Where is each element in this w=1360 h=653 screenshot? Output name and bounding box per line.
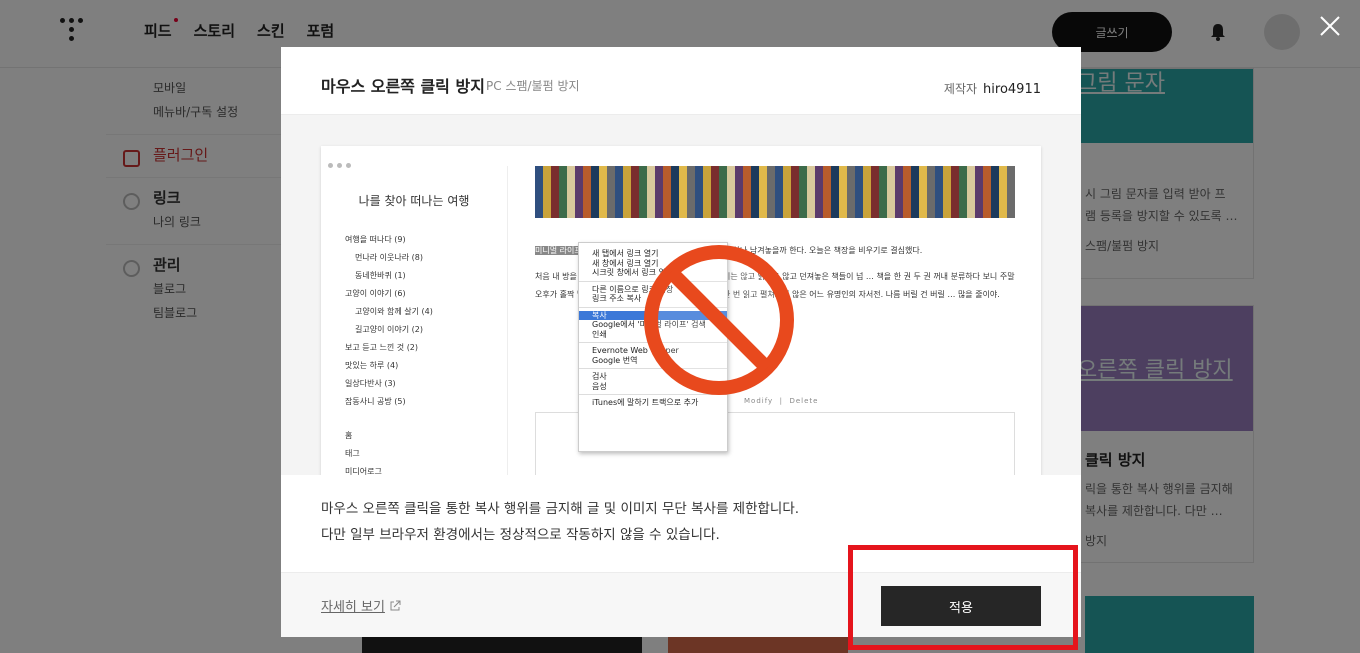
blog-category-item: 맛있는 하루 (4): [345, 361, 399, 370]
book-spine: [791, 166, 799, 218]
no-sign-icon: [644, 245, 794, 395]
book-spine: [807, 166, 815, 218]
blog-category-item: 고양이 이야기 (6): [345, 289, 406, 298]
book-spine: [615, 166, 623, 218]
book-spine: [583, 166, 591, 218]
book-spine: [919, 166, 927, 218]
book-spine: [687, 166, 695, 218]
blog-link-tag: 태그: [345, 449, 360, 458]
book-spine: [575, 166, 583, 218]
blog-link-medialog: 미디어로그: [345, 467, 382, 475]
book-spine: [559, 166, 567, 218]
book-spine: [823, 166, 831, 218]
books-image: [535, 166, 1015, 218]
modal-author: 제작자 hiro4911: [944, 80, 1041, 97]
book-spine: [1007, 166, 1015, 218]
book-spine: [959, 166, 967, 218]
book-spine: [967, 166, 975, 218]
book-spine: [863, 166, 871, 218]
book-spine: [815, 166, 823, 218]
book-spine: [991, 166, 999, 218]
modal-description: 마우스 오른쪽 클릭을 통한 복사 행위를 금지해 글 및 이미지 무단 복사를…: [321, 496, 799, 548]
blog-category-item: 잡동사니 공방 (5): [345, 397, 406, 406]
book-spine: [759, 166, 767, 218]
book-spine: [935, 166, 943, 218]
book-spine: [855, 166, 863, 218]
book-spine: [839, 166, 847, 218]
preview-area: 나를 찾아 떠나는 여행 여행을 떠나다 (9) 먼나라 이웃나라 (8) 동네한바…: [281, 115, 1081, 475]
book-spine: [607, 166, 615, 218]
book-spine: [671, 166, 679, 218]
book-spine: [951, 166, 959, 218]
delete-link: Delete: [789, 397, 819, 405]
book-spine: [711, 166, 719, 218]
modal-header: 마우스 오른쪽 클릭 방지 PC 스팸/불펌 방지 제작자 hiro4911: [281, 47, 1081, 115]
modal-subtitle: PC 스팸/불펌 방지: [486, 79, 580, 93]
book-spine: [903, 166, 911, 218]
book-spine: [623, 166, 631, 218]
context-menu-item: iTunes에 말하기 트랙으로 추가: [592, 398, 699, 407]
blog-category-item: 길고양이 이야기 (2): [355, 325, 423, 334]
book-spine: [655, 166, 663, 218]
highlight-box: [848, 545, 1078, 650]
book-spine: [543, 166, 551, 218]
blog-category-item: 일상다반사 (3): [345, 379, 396, 388]
book-spine: [847, 166, 855, 218]
book-spine: [679, 166, 687, 218]
more-link-label: 자세히 보기: [321, 600, 385, 615]
book-spine: [591, 166, 599, 218]
book-spine: [703, 166, 711, 218]
blog-category-item: 보고 듣고 느낀 것 (2): [345, 343, 419, 352]
book-spine: [647, 166, 655, 218]
blog-sidebar: 나를 찾아 떠나는 여행 여행을 떠나다 (9) 먼나라 이웃나라 (8) 동네한바…: [321, 166, 508, 475]
close-icon[interactable]: [1318, 14, 1342, 38]
book-spine: [871, 166, 879, 218]
blog-category-item: 여행을 떠나다 (9): [345, 235, 406, 244]
book-spine: [887, 166, 895, 218]
book-spine: [975, 166, 983, 218]
book-spine: [535, 166, 543, 218]
book-spine: [879, 166, 887, 218]
blog-categories: 여행을 떠나다 (9) 먼나라 이웃나라 (8) 동네한바퀴 (1) 고양이 이야기 …: [321, 231, 507, 411]
book-spine: [911, 166, 919, 218]
author-label: 제작자: [943, 82, 978, 96]
description-line: 마우스 오른쪽 클릭을 통한 복사 행위를 금지해 글 및 이미지 무단 복사를…: [321, 501, 800, 517]
book-spine: [831, 166, 839, 218]
blog-category-item: 먼나라 이웃나라 (8): [355, 253, 423, 262]
book-spine: [735, 166, 743, 218]
blog-category-item: 고양이와 함께 살기 (4): [355, 307, 433, 316]
book-spine: [783, 166, 791, 218]
book-spine: [895, 166, 903, 218]
book-spine: [719, 166, 727, 218]
book-spine: [767, 166, 775, 218]
book-spine: [695, 166, 703, 218]
book-spine: [799, 166, 807, 218]
modify-link: Modify: [744, 397, 774, 405]
book-spine: [663, 166, 671, 218]
book-spine: [727, 166, 735, 218]
book-spine: [927, 166, 935, 218]
book-spine: [775, 166, 783, 218]
modal-title: 마우스 오른쪽 클릭 방지: [321, 77, 485, 96]
blog-category-item: 동네한바퀴 (1): [355, 271, 406, 280]
book-spine: [639, 166, 647, 218]
preview-window: 나를 찾아 떠나는 여행 여행을 떠나다 (9) 먼나라 이웃나라 (8) 동네한바…: [321, 146, 1041, 475]
author-name: hiro4911: [983, 82, 1041, 97]
book-spine: [743, 166, 751, 218]
blog-link-home: 홈: [345, 431, 353, 440]
book-spine: [999, 166, 1007, 218]
blog-title: 나를 찾아 떠나는 여행: [358, 194, 470, 208]
book-spine: [599, 166, 607, 218]
external-link-icon: [390, 600, 401, 610]
book-spine: [631, 166, 639, 218]
window-controls: [321, 146, 1041, 168]
book-spine: [751, 166, 759, 218]
description-line: 다만 일부 브라우저 환경에서는 정상적으로 작동하지 않을 수 있습니다.: [321, 527, 720, 543]
highlighted-text: 미니멀 라이프: [535, 246, 582, 255]
book-spine: [943, 166, 951, 218]
book-spine: [551, 166, 559, 218]
more-link[interactable]: 자세히 보기: [321, 596, 401, 615]
book-spine: [983, 166, 991, 218]
book-spine: [567, 166, 575, 218]
